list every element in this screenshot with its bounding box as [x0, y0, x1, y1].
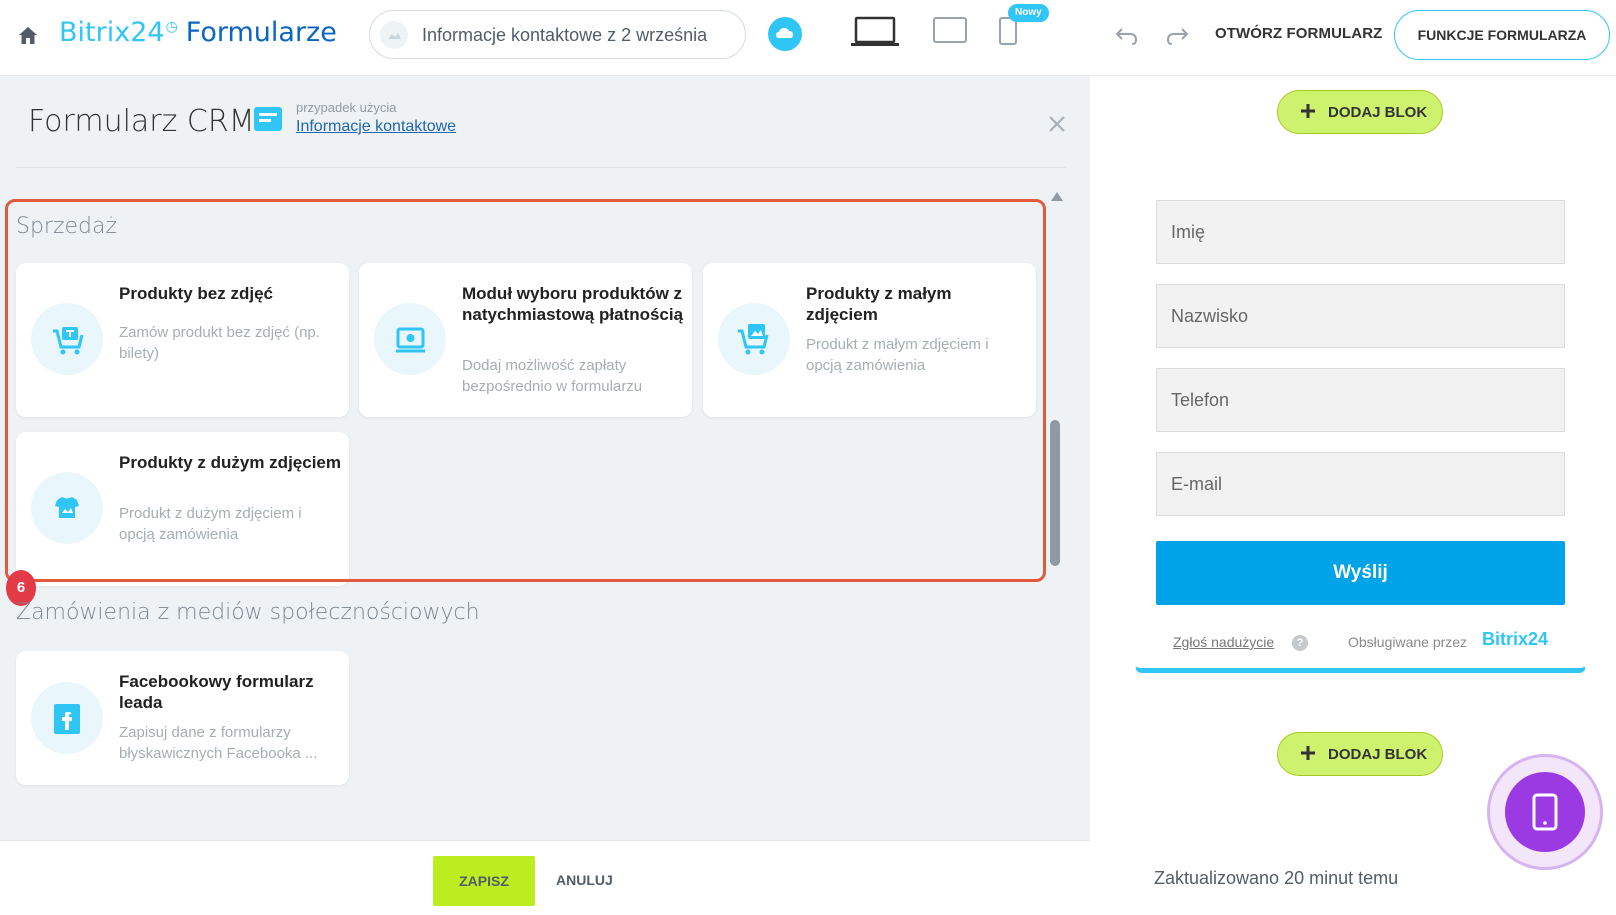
form-features-button[interactable]: FUNKCJE FORMULARZA — [1394, 10, 1610, 60]
field-label: Nazwisko — [1171, 306, 1249, 326]
close-icon[interactable] — [1047, 114, 1067, 134]
powered-by-text: Obsługiwane przez — [1348, 634, 1468, 650]
cloud-save-icon[interactable] — [768, 17, 802, 51]
form-bottom-border — [1135, 666, 1586, 673]
field-label: Imię — [1171, 222, 1206, 242]
updated-status: Zaktualizowano 20 minut temu — [1154, 868, 1399, 888]
scrollbar[interactable] — [1046, 192, 1066, 900]
open-form-button[interactable]: OTWÓRZ FORMULARZ — [1215, 25, 1382, 42]
panel-title: Formularz CRM — [28, 104, 255, 139]
save-button[interactable]: ZAPISZ — [433, 856, 535, 906]
cancel-button[interactable]: ANULUJ — [556, 872, 613, 888]
home-icon[interactable] — [16, 24, 40, 48]
report-abuse-link[interactable]: Zgłoś nadużycie — [1173, 634, 1274, 650]
redo-icon[interactable] — [1164, 22, 1190, 48]
undo-icon[interactable] — [1114, 22, 1140, 48]
field-label: E-mail — [1171, 474, 1223, 494]
mobile-preview-button[interactable] — [1487, 754, 1603, 870]
panel-header: Formularz CRM przypadek użycia Informacj… — [16, 76, 1066, 168]
form-settings-panel: Formularz CRM przypadek użycia Informacj… — [0, 76, 1090, 915]
form-icon — [254, 107, 282, 131]
scroll-up-arrow-icon[interactable] — [1051, 192, 1063, 201]
page-selector-label: Informacje kontaktowe z 2 września — [422, 25, 708, 45]
plus-icon — [1301, 746, 1315, 760]
field-label: Telefon — [1171, 390, 1230, 410]
top-bar: Bitrix24◷ Formularze Informacje kontaktow… — [0, 0, 1616, 76]
scrollbar-thumb[interactable] — [1050, 420, 1060, 566]
section-title-social: Zamówienia z mediów społecznościowych — [16, 600, 480, 625]
add-block-button[interactable]: DODAJ BLOK — [1277, 732, 1443, 776]
card-title: Facebookowy formularz leada — [119, 672, 314, 712]
mobile-phone-icon — [1532, 793, 1558, 831]
brand-product: Formularze — [185, 17, 337, 48]
name-field[interactable]: Imię — [1156, 200, 1565, 264]
mobile-fab[interactable] — [1505, 772, 1585, 852]
tablet-view-icon[interactable] — [932, 16, 968, 44]
form-preview: DODAJ BLOK Imię Nazwisko Telefon E-mail … — [1090, 76, 1616, 915]
surname-field[interactable]: Nazwisko — [1156, 284, 1565, 348]
add-block-button[interactable]: DODAJ BLOK — [1277, 90, 1443, 134]
plus-icon — [1301, 104, 1315, 118]
brand-logo[interactable]: Bitrix24◷ Formularze — [59, 17, 337, 48]
new-badge: Nowy — [1008, 4, 1049, 22]
page-thumbnail-icon — [380, 21, 408, 49]
brand-b24: Bitrix24 — [59, 17, 165, 48]
phone-field[interactable]: Telefon — [1156, 368, 1565, 432]
add-block-label: DODAJ BLOK — [1328, 104, 1428, 121]
card-facebook-lead-form[interactable]: Facebookowy formularz leada Zapisuj dane… — [16, 651, 349, 785]
card-description: Zapisuj dane z formularzy błyskawicznych… — [119, 724, 318, 762]
facebook-icon — [31, 682, 103, 754]
highlight-frame — [5, 199, 1046, 582]
usecase-caption: przypadek użycia — [296, 100, 397, 115]
email-field[interactable]: E-mail — [1156, 452, 1565, 516]
submit-button[interactable]: Wyślij — [1156, 541, 1565, 605]
clock-icon: ◷ — [165, 19, 178, 35]
desktop-view-icon[interactable] — [850, 16, 900, 48]
usecase-link[interactable]: Informacje kontaktowe — [296, 118, 456, 136]
page-selector[interactable]: Informacje kontaktowe z 2 września — [369, 10, 746, 59]
help-icon[interactable]: ? — [1292, 635, 1308, 651]
add-block-label: DODAJ BLOK — [1328, 746, 1428, 763]
panel-footer: ZAPISZ ANULUJ — [0, 840, 1090, 915]
powered-by-brand[interactable]: Bitrix24 — [1482, 629, 1548, 650]
